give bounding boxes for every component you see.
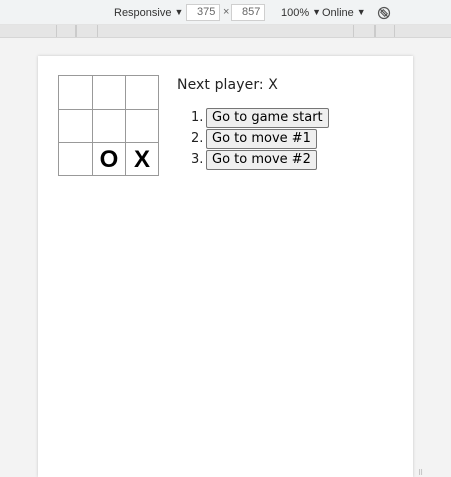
- rotate-icon[interactable]: [377, 6, 391, 20]
- game-status: Next player: X: [177, 77, 278, 93]
- ruler-segment[interactable]: [375, 25, 395, 37]
- board-square-7[interactable]: [58, 142, 93, 176]
- go-to-move-1-button[interactable]: Go to move #1: [206, 129, 317, 149]
- move-number: 3.: [191, 152, 204, 167]
- move-number: 1.: [191, 110, 204, 125]
- width-input[interactable]: 375: [186, 4, 220, 21]
- ruler-segment[interactable]: [76, 25, 98, 37]
- move-history: 1. Go to game start 2. Go to move #1 3. …: [177, 108, 397, 171]
- device-toolbar: Responsive ▼ 375 × 857 100% ▼ Online ▼: [0, 0, 451, 25]
- move-item: 2. Go to move #1: [177, 129, 397, 150]
- game-info: Next player: X 1. Go to game start 2. Go…: [177, 76, 397, 171]
- zoom-select[interactable]: 100% ▼: [281, 6, 321, 20]
- height-input[interactable]: 857: [231, 4, 265, 21]
- network-throttle-select[interactable]: Online ▼: [322, 6, 366, 20]
- board-square-1[interactable]: [58, 75, 93, 110]
- game-board: O X: [58, 75, 159, 176]
- ruler-segment[interactable]: [353, 25, 375, 37]
- go-to-move-2-button[interactable]: Go to move #2: [206, 150, 317, 170]
- go-to-game-start-button[interactable]: Go to game start: [206, 108, 329, 128]
- move-item: 1. Go to game start: [177, 108, 397, 129]
- device-select-label: Responsive: [114, 7, 172, 19]
- board-square-8[interactable]: O: [92, 142, 126, 176]
- chevron-down-icon: ▼: [312, 7, 322, 17]
- ruler-segment[interactable]: [56, 25, 76, 37]
- dimension-separator: ×: [223, 6, 230, 18]
- media-query-ruler: [0, 25, 451, 38]
- chevron-down-icon: ▼: [174, 7, 184, 17]
- device-viewport: O X Next player: X 1. Go to game start 2…: [38, 56, 413, 477]
- chevron-down-icon: ▼: [356, 7, 366, 17]
- move-number: 2.: [191, 131, 204, 146]
- board-square-5[interactable]: [92, 109, 126, 143]
- board-square-9[interactable]: X: [125, 142, 159, 176]
- move-item: 3. Go to move #2: [177, 150, 397, 171]
- zoom-select-label: 100%: [281, 7, 310, 19]
- device-select[interactable]: Responsive ▼: [114, 6, 183, 20]
- network-throttle-label: Online: [322, 7, 354, 19]
- board-square-2[interactable]: [92, 75, 126, 110]
- board-square-4[interactable]: [58, 109, 93, 143]
- resize-handle-icon[interactable]: ⠿: [418, 470, 423, 477]
- board-square-6[interactable]: [125, 109, 159, 143]
- board-square-3[interactable]: [125, 75, 159, 110]
